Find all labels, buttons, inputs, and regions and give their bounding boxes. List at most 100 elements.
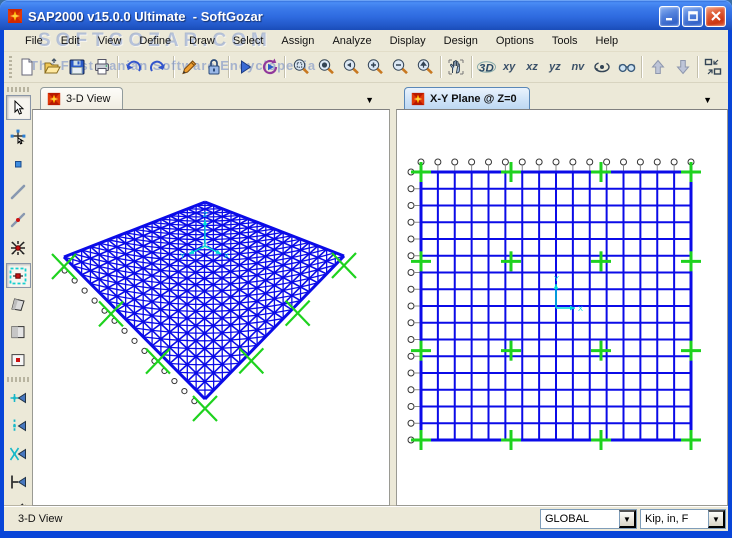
poly-area-icon xyxy=(9,295,27,313)
tab-3d-label: 3-D View xyxy=(66,93,110,105)
tab-3d-view[interactable]: 3-D View xyxy=(40,87,123,109)
shrink-objects-toggle-button[interactable] xyxy=(701,55,726,80)
link-element-icon xyxy=(9,267,27,285)
yz-label: yz xyxy=(549,61,561,73)
status-view-label: 3-D View xyxy=(18,513,62,525)
toolbar-grip[interactable] xyxy=(9,56,12,78)
view-list-dropdown-left[interactable]: ▼ xyxy=(365,95,384,109)
tab-xy-plane[interactable]: X-Y Plane @ Z=0 xyxy=(404,87,530,109)
redo-button[interactable] xyxy=(146,55,171,80)
view-xy-button[interactable]: xy xyxy=(498,55,521,80)
draw-special-joint-button[interactable] xyxy=(6,235,31,260)
zoom-to-selection-button[interactable] xyxy=(413,55,438,80)
svg-text:Y: Y xyxy=(180,251,185,260)
window-title: SAP2000 v15.0.0 Ultimate - SoftGozar xyxy=(28,9,659,24)
start-animation-button[interactable] xyxy=(257,55,282,80)
circular-play-icon xyxy=(260,57,280,77)
sap2000-logo-icon xyxy=(7,8,23,24)
svg-text:Z: Z xyxy=(203,210,208,219)
units-combo[interactable]: Kip, in, F ▼ xyxy=(640,509,726,529)
view-nv-button[interactable]: nv xyxy=(566,55,589,80)
rubber-band-zoom-button[interactable] xyxy=(288,55,313,80)
view-xz-button[interactable]: xz xyxy=(521,55,544,80)
restore-full-view-button[interactable] xyxy=(313,55,338,80)
pan-button[interactable] xyxy=(444,55,469,80)
tabbar-plan: X-Y Plane @ Z=0 ▼ xyxy=(396,83,728,109)
maximize-button[interactable] xyxy=(682,6,703,27)
zoom-out-one-step-button[interactable] xyxy=(388,55,413,80)
menu-item-tools[interactable]: Tools xyxy=(543,32,587,50)
open-folder-icon xyxy=(42,57,62,77)
draw-poly-area-button[interactable] xyxy=(6,291,31,316)
draw-link-button[interactable] xyxy=(6,263,31,288)
draw-joint-button[interactable] xyxy=(6,151,31,176)
coord-system-combo[interactable]: GLOBAL ▼ xyxy=(540,509,637,529)
zoom-selection-icon xyxy=(415,57,435,77)
main-toolbar: The First Iranian Software Encyclopedia xyxy=(4,52,728,83)
menu-item-define[interactable]: Define xyxy=(130,32,180,50)
tabbar-3d: 3-D View ▼ xyxy=(32,83,390,109)
menu-item-help[interactable]: Help xyxy=(587,32,628,50)
run-analysis-button[interactable] xyxy=(232,55,257,80)
up-arrow-icon xyxy=(648,57,668,77)
view-list-dropdown-right[interactable]: ▼ xyxy=(703,95,722,109)
print-button[interactable] xyxy=(90,55,115,80)
coord-system-dropdown-button[interactable]: ▼ xyxy=(619,510,636,528)
menu-item-options[interactable]: Options xyxy=(487,32,543,50)
menu-item-view[interactable]: View xyxy=(89,32,131,50)
close-button[interactable] xyxy=(705,6,726,27)
floppy-disk-icon xyxy=(67,57,87,77)
menu-item-design[interactable]: Design xyxy=(435,32,487,50)
menu-item-edit[interactable]: Edit xyxy=(52,32,89,50)
menu-item-draw[interactable]: Draw xyxy=(180,32,224,50)
zoom-in-one-step-button[interactable] xyxy=(363,55,388,80)
draw-toolbar-grip[interactable] xyxy=(7,87,29,92)
snap-intersections-icon xyxy=(9,445,27,463)
menu-item-analyze[interactable]: Analyze xyxy=(323,32,380,50)
menu-item-select[interactable]: Select xyxy=(224,32,273,50)
snap-to-midpoints-button[interactable] xyxy=(6,413,31,438)
open-file-button[interactable] xyxy=(40,55,65,80)
nv-label: nv xyxy=(571,61,584,73)
previous-zoom-button[interactable] xyxy=(338,55,363,80)
minimize-button[interactable] xyxy=(659,6,680,27)
draw-frame-button[interactable] xyxy=(6,179,31,204)
snap-to-perpendicular-button[interactable] xyxy=(6,469,31,494)
draw-rect-area-button[interactable] xyxy=(6,319,31,344)
toolbar-separator xyxy=(697,56,699,78)
rotate-3d-view-button[interactable] xyxy=(589,55,614,80)
reshape-object-button[interactable] xyxy=(6,123,31,148)
snap-to-joints-button[interactable] xyxy=(6,385,31,410)
snap-to-intersections-button[interactable] xyxy=(6,441,31,466)
save-button[interactable] xyxy=(65,55,90,80)
menu-item-display[interactable]: Display xyxy=(381,32,435,50)
app-window: SAP2000 v15.0.0 Ultimate - SoftGozar SOF… xyxy=(0,0,732,538)
viewport-3d[interactable]: ZXY xyxy=(32,109,390,506)
zoom-full-icon xyxy=(316,57,336,77)
view-yz-button[interactable]: yz xyxy=(544,55,567,80)
select-pointer-button[interactable] xyxy=(6,95,31,120)
frame-line-icon xyxy=(9,183,27,201)
view-3d-button[interactable]: 3D xyxy=(475,55,498,80)
snap-toolbar-grip[interactable] xyxy=(7,377,29,382)
new-model-button[interactable] xyxy=(15,55,40,80)
move-up-in-list-button[interactable] xyxy=(645,55,670,80)
joint-icon xyxy=(9,155,27,173)
menu-item-assign[interactable]: Assign xyxy=(272,32,323,50)
snap-midpoints-icon xyxy=(9,417,27,435)
menu-item-file[interactable]: File xyxy=(16,32,52,50)
lock-model-button[interactable] xyxy=(201,55,226,80)
undo-button[interactable] xyxy=(121,55,146,80)
move-down-in-list-button[interactable] xyxy=(670,55,695,80)
perspective-toggle-button[interactable] xyxy=(614,55,639,80)
snap-to-lines-button[interactable] xyxy=(6,497,31,506)
viewport-plan[interactable]: YX xyxy=(396,109,728,506)
zoom-window-icon xyxy=(291,57,311,77)
rotate-view-icon xyxy=(592,57,612,77)
refresh-window-button[interactable] xyxy=(177,55,202,80)
shrink-objects-icon xyxy=(703,57,723,77)
units-dropdown-button[interactable]: ▼ xyxy=(708,510,725,528)
quick-draw-area-button[interactable] xyxy=(6,347,31,372)
quick-draw-frame-button[interactable] xyxy=(6,207,31,232)
toolbar-separator xyxy=(117,56,119,78)
